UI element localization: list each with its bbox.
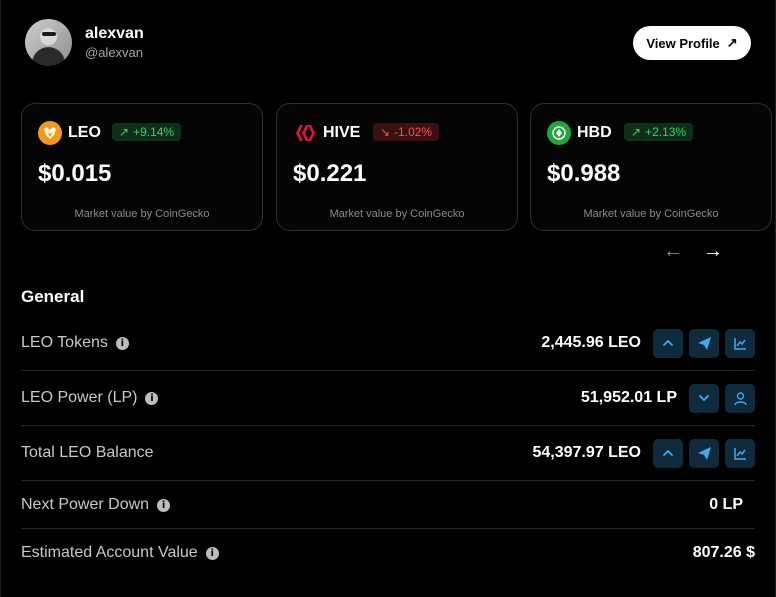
token-card-hive[interactable]: HIVE ↘ -1.02% $0.221 Market value by Coi… <box>276 103 518 231</box>
hbd-logo-icon <box>547 121 571 145</box>
info-icon[interactable]: i <box>145 391 159 405</box>
trend-down-icon: ↘ <box>380 125 391 139</box>
profile-header: alexvan @alexvan View Profile ↗ <box>25 19 751 67</box>
chart-button[interactable] <box>725 438 755 468</box>
token-symbol: HIVE <box>323 124 361 141</box>
token-card-hbd[interactable]: HBD ↗ +2.13% $0.988 Market value by Coin… <box>530 103 772 231</box>
divider <box>21 480 755 481</box>
send-icon <box>697 446 711 460</box>
token-price: $0.221 <box>293 160 367 187</box>
chart-button[interactable] <box>725 328 755 358</box>
label-text: LEO Power (LP) <box>21 389 138 406</box>
user-handle: @alexvan <box>85 45 144 60</box>
market-source-note: Market value by CoinGecko <box>329 208 465 220</box>
label-text: Total LEO Balance <box>21 444 154 461</box>
user-icon <box>733 391 747 405</box>
token-symbol: HBD <box>577 124 612 141</box>
row-actions <box>653 328 755 358</box>
row-actions <box>653 438 755 468</box>
transfer-button[interactable] <box>689 438 719 468</box>
token-carousel: LEO ↗ +9.14% $0.015 Market value by Coin… <box>21 103 776 231</box>
chart-line-icon <box>733 447 746 460</box>
transfer-button[interactable] <box>689 328 719 358</box>
label-text: Estimated Account Value <box>21 544 198 561</box>
row-actions <box>689 383 755 413</box>
chart-line-icon <box>733 337 746 350</box>
row-total-leo-balance: Total LEO Balance 54,397.97 LEO <box>21 438 755 468</box>
avatar[interactable] <box>25 19 72 66</box>
row-label: Estimated Account Value i <box>21 544 219 562</box>
carousel-next-button[interactable]: → <box>703 240 723 263</box>
row-label: Total LEO Balance <box>21 444 154 462</box>
row-leo-tokens: LEO Tokens i 2,445.96 LEO <box>21 328 755 358</box>
leo-tokens-value: 2,445.96 LEO <box>541 334 641 351</box>
divider <box>21 370 755 371</box>
row-estimated-account-value: Estimated Account Value i 807.26 $ <box>21 538 755 568</box>
info-icon[interactable]: i <box>205 546 219 560</box>
section-title-general: General <box>21 287 85 306</box>
app-frame: alexvan @alexvan View Profile ↗ LEO ↗ +9… <box>0 0 776 597</box>
market-source-note: Market value by CoinGecko <box>583 208 719 220</box>
row-next-power-down: Next Power Down i 0 LP <box>21 490 755 520</box>
chevron-up-icon <box>663 450 673 456</box>
total-leo-balance-value: 54,397.97 LEO <box>532 444 641 461</box>
token-symbol: LEO <box>68 124 101 141</box>
leo-logo-icon <box>38 121 62 145</box>
price-change-value: +2.13% <box>645 125 687 139</box>
price-change-badge: ↗ +2.13% <box>624 123 694 141</box>
token-price: $0.988 <box>547 160 621 187</box>
trend-up-icon: ↗ <box>119 125 130 139</box>
row-leo-power: LEO Power (LP) i 51,952.01 LP <box>21 383 755 413</box>
divider <box>21 425 755 426</box>
chevron-up-icon <box>663 340 673 346</box>
row-label: Next Power Down i <box>21 496 171 514</box>
info-icon[interactable]: i <box>115 336 129 350</box>
info-icon[interactable]: i <box>157 498 171 512</box>
next-power-down-value: 0 LP <box>709 496 743 513</box>
send-icon <box>697 336 711 350</box>
market-source-note: Market value by CoinGecko <box>74 208 210 220</box>
username: alexvan <box>85 25 144 42</box>
token-price: $0.015 <box>38 160 112 187</box>
estimated-account-value: 807.26 $ <box>692 544 755 561</box>
price-change-value: -1.02% <box>394 125 433 139</box>
hive-logo-icon <box>293 121 317 145</box>
trend-up-icon: ↗ <box>631 125 642 139</box>
divider <box>21 528 755 529</box>
label-text: Next Power Down <box>21 496 150 513</box>
carousel-prev-button[interactable]: ← <box>663 240 683 263</box>
label-text: LEO Tokens <box>21 334 108 351</box>
power-up-button[interactable] <box>653 438 683 468</box>
external-arrow-icon: ↗ <box>726 35 738 50</box>
token-card-leo[interactable]: LEO ↗ +9.14% $0.015 Market value by Coin… <box>21 103 263 231</box>
power-up-button[interactable] <box>653 328 683 358</box>
price-change-badge: ↘ -1.02% <box>373 123 440 141</box>
row-label: LEO Power (LP) i <box>21 389 159 407</box>
leo-power-value: 51,952.01 LP <box>580 389 677 406</box>
price-change-value: +9.14% <box>133 125 175 139</box>
view-profile-button[interactable]: View Profile ↗ <box>633 26 751 60</box>
price-change-badge: ↗ +9.14% <box>112 123 182 141</box>
row-label: LEO Tokens i <box>21 334 129 352</box>
delegate-button[interactable] <box>725 383 755 413</box>
view-profile-label: View Profile <box>646 35 720 51</box>
power-down-button[interactable] <box>689 383 719 413</box>
chevron-down-icon <box>699 395 709 401</box>
